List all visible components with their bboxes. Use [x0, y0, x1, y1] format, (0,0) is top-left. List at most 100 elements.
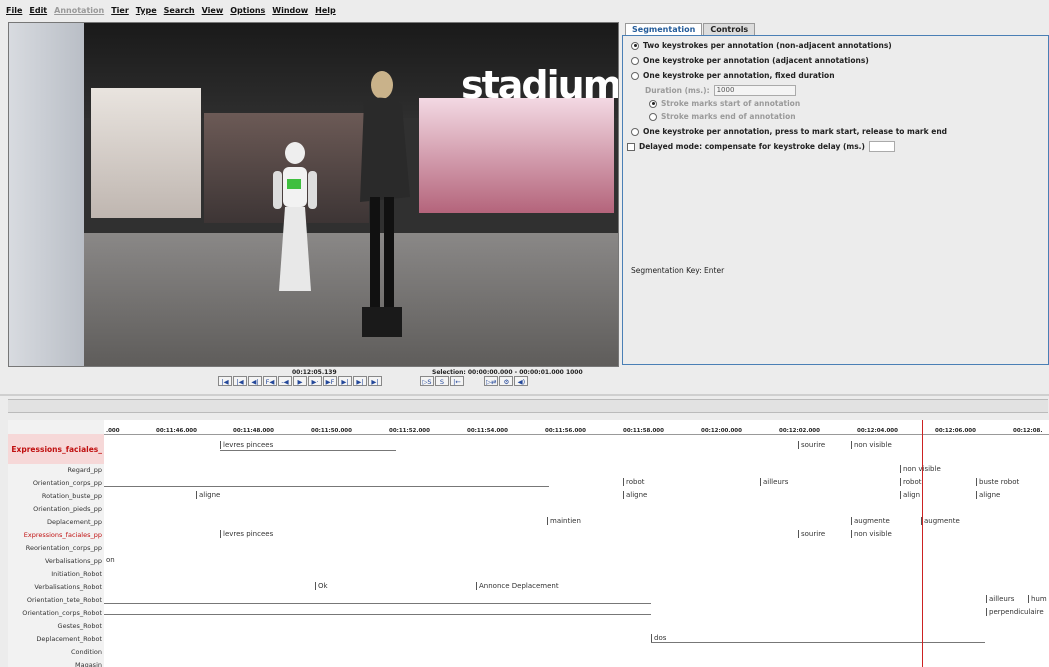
menu-view[interactable]: View [202, 6, 224, 15]
annotation-extent [220, 450, 396, 451]
selection-mode-button[interactable]: |← [450, 376, 464, 386]
tier-label[interactable]: Deplacement_Robot [36, 635, 102, 643]
tier-label[interactable]: Regard_pp [67, 466, 102, 474]
annotation[interactable]: hum [1028, 595, 1047, 603]
next-scrollview-button[interactable]: ▶| [353, 376, 367, 386]
annotation[interactable]: on [104, 556, 115, 564]
option-label: One keystroke per annotation (adjacent a… [643, 56, 869, 65]
checkbox-icon[interactable] [627, 142, 635, 151]
tier-label[interactable]: Expressions_faciales_pp [24, 531, 102, 539]
splitter[interactable] [0, 394, 1049, 396]
clear-selection-button[interactable]: S [435, 376, 449, 386]
radio-icon[interactable] [649, 112, 657, 121]
duration-field[interactable]: 1000 [713, 85, 796, 96]
tier-label[interactable]: Orientation_pieds_pp [33, 505, 102, 513]
previous-scrollview-button[interactable]: |◀ [233, 376, 247, 386]
volume-icon[interactable]: ◀) [514, 376, 529, 386]
menu-search[interactable]: Search [164, 6, 195, 15]
video-store-right [419, 98, 614, 213]
tier-label[interactable]: Orientation_corps_Robot [22, 609, 102, 617]
menu-options[interactable]: Options [230, 6, 265, 15]
ruler-tick: 00:11:58.000 [623, 428, 664, 434]
menu-edit[interactable]: Edit [29, 6, 47, 15]
ruler-tick: 00:11:54.000 [467, 428, 508, 434]
annotation[interactable]: ailleurs [986, 595, 1014, 603]
go-to-end-button[interactable]: ▶| [368, 376, 382, 386]
timeline-overview[interactable] [8, 399, 1048, 413]
time-ruler[interactable]: .000 00:11:46.000 00:11:48.000 00:11:50.… [104, 420, 1049, 435]
option-press-release[interactable]: One keystroke per annotation, press to m… [631, 127, 947, 136]
annotation[interactable]: augmente [921, 517, 960, 525]
menu-tier[interactable]: Tier [111, 6, 129, 15]
previous-pixel-button[interactable]: -◀ [278, 376, 292, 386]
delay-field[interactable] [868, 141, 895, 152]
annotation[interactable]: aligne [196, 491, 220, 499]
radio-icon[interactable] [631, 56, 639, 65]
menu-type[interactable]: Type [136, 6, 157, 15]
annotation[interactable]: align [900, 491, 920, 499]
annotation[interactable]: sourire [798, 530, 825, 538]
option-stroke-start[interactable]: Stroke marks start of annotation [649, 99, 800, 108]
annotation[interactable]: sourire [798, 441, 825, 449]
annotation[interactable]: augmente [851, 517, 890, 525]
annotation[interactable]: perpendiculaire [986, 608, 1044, 616]
tier-label[interactable]: Orientation_corps_pp [33, 479, 102, 487]
active-tier-label[interactable]: Expressions_faciales_ [11, 445, 102, 454]
annotation[interactable]: ailleurs [760, 478, 788, 486]
annotation[interactable]: non visible [900, 465, 941, 473]
play-button[interactable]: ▶ [293, 376, 307, 386]
annotation[interactable]: aligne [623, 491, 647, 499]
menu-bar: File Edit Annotation Tier Type Search Vi… [0, 0, 1049, 20]
play-selection-button[interactable]: ▷S [420, 376, 434, 386]
option-fixed-duration[interactable]: One keystroke per annotation, fixed dura… [631, 71, 835, 80]
video-viewer[interactable]: stadium [8, 22, 619, 367]
tier-label[interactable]: Rotation_buste_pp [42, 492, 102, 500]
go-to-begin-button[interactable]: |◀ [218, 376, 232, 386]
tier-label[interactable]: Magasin [75, 661, 102, 667]
menu-file[interactable]: File [6, 6, 22, 15]
tier-label[interactable]: Deplacement_pp [47, 518, 102, 526]
annotation[interactable]: Annonce Deplacement [476, 582, 559, 590]
next-frame-button[interactable]: ▶F [323, 376, 337, 386]
loop-mode-button[interactable]: ▷⇄ [484, 376, 499, 386]
annotation[interactable]: non visible [851, 530, 892, 538]
current-time: 00:12:05.139 [292, 369, 337, 376]
settings-icon[interactable]: ⚙ [499, 376, 514, 386]
annotation[interactable]: non visible [851, 441, 892, 449]
ruler-tick: 00:12:06.000 [935, 428, 976, 434]
annotation[interactable]: robot [900, 478, 921, 486]
menu-annotation[interactable]: Annotation [54, 6, 104, 15]
option-delayed-mode[interactable]: Delayed mode: compensate for keystroke d… [627, 141, 895, 152]
annotation[interactable]: maintien [547, 517, 581, 525]
timeline-viewer[interactable]: .000 00:11:46.000 00:11:48.000 00:11:50.… [8, 420, 1049, 667]
option-one-keystroke-adjacent[interactable]: One keystroke per annotation (adjacent a… [631, 56, 869, 65]
menu-window[interactable]: Window [272, 6, 308, 15]
tier-label[interactable]: Verbalisations_pp [45, 557, 102, 565]
option-two-keystrokes[interactable]: Two keystrokes per annotation (non-adjac… [631, 41, 892, 50]
playhead-crosshair[interactable] [922, 420, 923, 667]
tier-label[interactable]: Verbalisations_Robot [34, 583, 102, 591]
annotation[interactable]: aligne [976, 491, 1000, 499]
annotation[interactable]: dos [651, 634, 666, 642]
option-label: Stroke marks end of annotation [661, 112, 796, 121]
tier-label[interactable]: Initiation_Robot [51, 570, 102, 578]
radio-icon[interactable] [631, 71, 639, 80]
radio-icon[interactable] [631, 127, 639, 136]
previous-frame-button[interactable]: F◀ [263, 376, 277, 386]
radio-icon[interactable] [631, 41, 639, 50]
annotation[interactable]: levres pincees [220, 441, 273, 449]
option-stroke-end[interactable]: Stroke marks end of annotation [649, 112, 796, 121]
tier-label[interactable]: Reorientation_corps_pp [26, 544, 102, 552]
tier-label[interactable]: Gestes_Robot [58, 622, 102, 630]
radio-icon[interactable] [649, 99, 657, 108]
next-second-button[interactable]: ▶| [338, 376, 352, 386]
annotation[interactable]: levres pincees [220, 530, 273, 538]
next-pixel-button[interactable]: ▶· [308, 376, 322, 386]
previous-second-button[interactable]: ◀| [248, 376, 262, 386]
annotation[interactable]: buste robot [976, 478, 1019, 486]
annotation[interactable]: Ok [315, 582, 328, 590]
tier-label[interactable]: Condition [71, 648, 102, 656]
tier-label[interactable]: Orientation_tete_Robot [27, 596, 102, 604]
menu-help[interactable]: Help [315, 6, 336, 15]
annotation[interactable]: robot [623, 478, 644, 486]
